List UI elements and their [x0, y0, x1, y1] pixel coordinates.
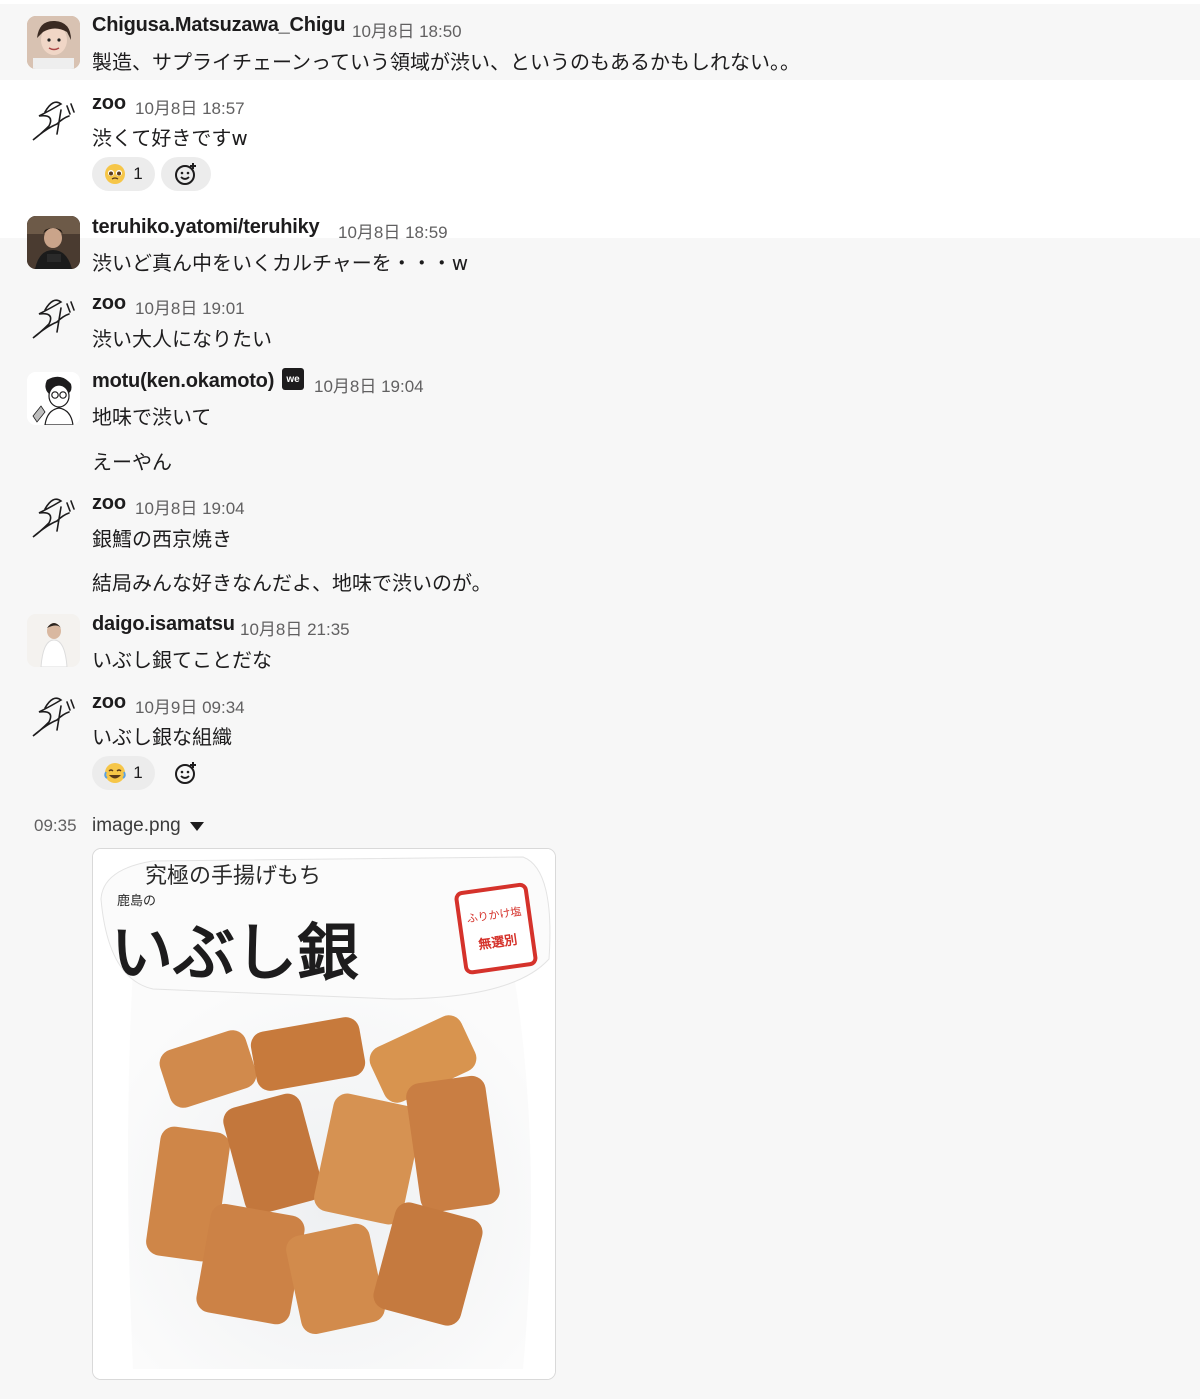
pleading-face-icon	[105, 164, 126, 184]
timestamp[interactable]: 10月8日 21:35	[240, 615, 350, 640]
avatar[interactable]	[27, 690, 80, 743]
message-text: 製造、サプライチェーンっていう領域が渋い、というのもあるかもしれない。。	[92, 50, 800, 74]
message-text: 渋い大人になりたい	[92, 327, 272, 351]
message-text: いぶし銀な組織	[92, 725, 232, 749]
message-text: いぶし銀てことだな	[92, 648, 272, 672]
reaction-count: 1	[133, 763, 143, 782]
timestamp[interactable]: 10月8日 19:04	[314, 372, 424, 397]
avatar[interactable]	[27, 491, 80, 544]
message-text: 結局みんな好きなんだよ、地味で渋いのが。	[92, 571, 492, 595]
red-stamp: ふりかけ塩 無選別	[454, 882, 538, 975]
user-name[interactable]: zoo	[92, 92, 126, 115]
org-badge: we	[282, 368, 304, 390]
add-reaction-icon	[175, 762, 196, 784]
message-text: 渋いど真ん中をいくカルチャーを・・・w	[92, 251, 469, 275]
signature-avatar-icon	[32, 498, 75, 538]
label-origin: 鹿島の	[117, 893, 156, 909]
add-reaction-button[interactable]	[161, 756, 211, 790]
user-name[interactable]: daigo.isamatsu	[92, 613, 235, 636]
message-text: 渋くて好きですw	[92, 126, 248, 150]
timestamp[interactable]: 10月9日 09:34	[135, 693, 245, 718]
label-brand: いぶし銀	[111, 916, 359, 989]
illustrated-avatar-icon	[27, 372, 80, 425]
add-reaction-button[interactable]	[161, 157, 211, 191]
user-name[interactable]: Chigusa.Matsuzawa_Chigu	[92, 14, 345, 37]
message-text: 銀鱈の西京焼き	[92, 527, 232, 551]
product-image: 究極の手揚げもち 鹿島の いぶし銀 ふりかけ塩 無選別	[93, 849, 555, 1379]
message-text: えーやん	[92, 450, 172, 474]
user-name[interactable]: zoo	[92, 691, 126, 714]
avatar[interactable]	[27, 614, 80, 667]
signature-avatar-icon	[32, 697, 75, 737]
signature-avatar-icon	[32, 299, 75, 339]
user-name[interactable]: zoo	[92, 292, 126, 315]
message-2: zoo 10月8日 18:57 渋くて好きですw 1	[0, 80, 1200, 238]
timestamp[interactable]: 10月8日 19:04	[135, 494, 245, 519]
avatar[interactable]	[27, 292, 80, 345]
label-subtitle: 究極の手揚げもち	[145, 864, 321, 889]
timestamp[interactable]: 10月8日 18:57	[135, 94, 245, 119]
file-timestamp[interactable]: 09:35	[34, 816, 77, 836]
timestamp[interactable]: 10月8日 18:50	[352, 17, 462, 42]
avatar-photo-icon	[27, 16, 80, 69]
reaction-pill[interactable]: 1	[92, 157, 155, 191]
avatar[interactable]	[27, 372, 80, 425]
avatar[interactable]	[27, 16, 80, 69]
image-attachment[interactable]: 究極の手揚げもち 鹿島の いぶし銀 ふりかけ塩 無選別	[92, 848, 556, 1380]
timestamp[interactable]: 10月8日 19:01	[135, 294, 245, 319]
user-name[interactable]: teruhiko.yatomi/teruhiky	[92, 216, 320, 239]
avatar[interactable]	[27, 94, 80, 147]
avatar-photo-icon	[27, 614, 80, 667]
joy-face-icon	[104, 763, 126, 783]
timestamp[interactable]: 10月8日 18:59	[338, 218, 448, 243]
reaction-pill[interactable]: 1	[92, 756, 155, 790]
message-text: 地味で渋いて	[92, 405, 212, 429]
user-name[interactable]: motu(ken.okamoto)	[92, 370, 274, 393]
add-reaction-icon	[175, 163, 196, 185]
file-menu-caret-icon[interactable]	[190, 822, 204, 831]
avatar[interactable]	[27, 216, 80, 269]
user-name[interactable]: zoo	[92, 492, 126, 515]
message-1: Chigusa.Matsuzawa_Chigu 10月8日 18:50 製造、サ…	[0, 4, 1200, 80]
file-name[interactable]: image.png	[92, 815, 181, 837]
reaction-count: 1	[133, 164, 143, 183]
signature-avatar-icon	[32, 101, 75, 141]
avatar-photo-icon	[27, 216, 80, 269]
